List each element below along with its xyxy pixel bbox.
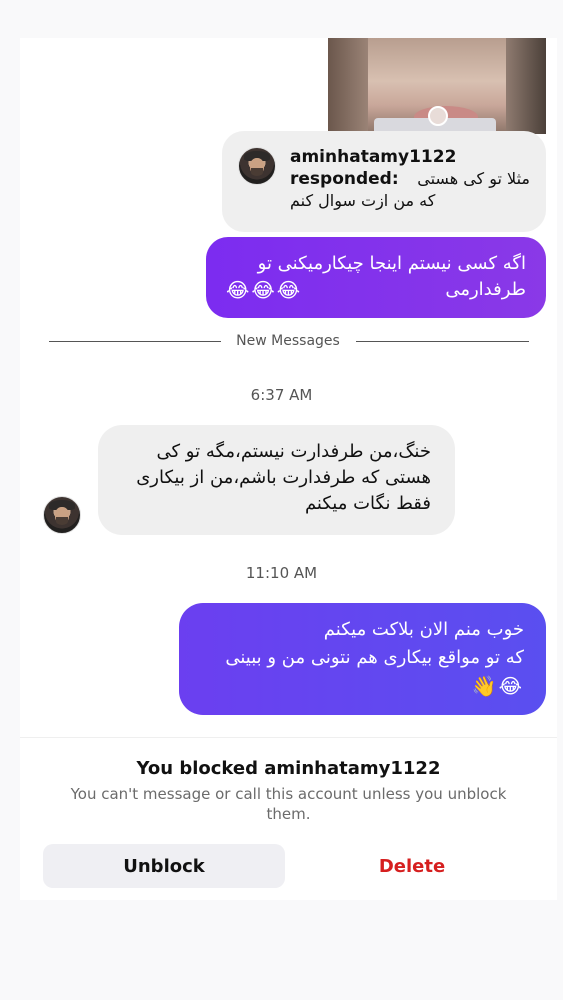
reply-username: aminhatamy1122 [290, 147, 457, 167]
new-messages-label: New Messages [236, 333, 340, 349]
story-owner-avatar [428, 106, 448, 126]
sent-message-bubble[interactable]: خوب منم الان بلاکت میکنم که تو مواقع بیک… [179, 603, 546, 715]
message-line: فقط نگات میکنم [304, 493, 431, 514]
message-line: خوب منم الان بلاکت میکنم [323, 619, 524, 640]
timestamp: 6:37 AM [250, 386, 313, 404]
story-reply-card[interactable]: aminhatamy1122 responded: مثلا تو کی هست… [222, 131, 546, 232]
message-line: طرفدارمی [445, 279, 526, 300]
unblock-button[interactable]: Unblock [43, 844, 285, 888]
message-line: اگه کسی نیستم اینجا چیکارمیکنی تو [257, 253, 526, 274]
laugh-wave-emoji-icon: 😂👋 [471, 674, 524, 698]
story-image-detail [328, 38, 368, 134]
reply-text-line2: که من ازت سوال کنم [290, 191, 436, 210]
story-image-detail [506, 38, 546, 134]
story-reply-text: aminhatamy1122 responded: مثلا تو کی هست… [290, 147, 530, 212]
blocked-title: You blocked aminhatamy1122 [136, 758, 441, 779]
laughing-emoji-icon: 😂😂😂 [226, 278, 303, 302]
timestamp: 11:10 AM [245, 564, 318, 582]
avatar-detail [250, 168, 264, 177]
reply-text-line1: مثلا تو کی هستی [417, 169, 530, 188]
received-message-bubble[interactable]: خنگ،من طرفدارت نیستم،مگه تو کی هستی که ط… [98, 425, 455, 535]
story-thumbnail[interactable] [328, 38, 546, 134]
delete-button[interactable]: Delete [303, 844, 521, 888]
reply-action: responded: [290, 169, 399, 189]
sent-message-bubble[interactable]: اگه کسی نیستم اینجا چیکارمیکنی تو طرفدار… [206, 237, 546, 318]
divider-line [356, 341, 529, 342]
avatar[interactable] [238, 147, 276, 185]
message-line: که تو مواقع بیکاری هم نتونی من و ببینی [225, 647, 524, 668]
avatar-detail [55, 517, 69, 526]
divider [20, 737, 557, 738]
message-line: هستی که طرفدارت باشم،من از بیکاری [136, 467, 431, 488]
blocked-subtitle: You can't message or call this account u… [70, 785, 507, 823]
sender-avatar[interactable] [43, 496, 81, 534]
message-line: خنگ،من طرفدارت نیستم،مگه تو کی [156, 441, 432, 462]
divider-line [49, 341, 221, 342]
